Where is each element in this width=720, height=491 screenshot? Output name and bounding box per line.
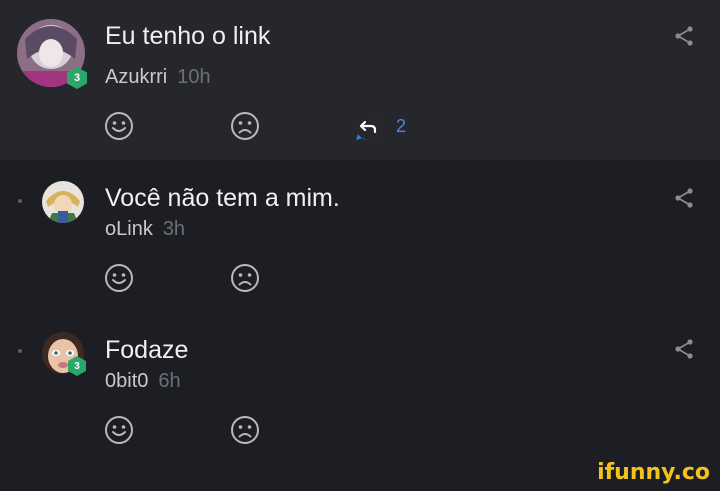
comment-item[interactable]: Você não tem a mim. oLink 3h <box>0 160 720 310</box>
timestamp: 6h <box>158 370 181 392</box>
comment-meta: 0bit0 6h <box>105 370 181 393</box>
smile-icon[interactable] <box>104 111 134 141</box>
frown-icon[interactable] <box>230 415 260 445</box>
comment-meta: Azukrri 10h <box>105 66 211 89</box>
share-icon[interactable] <box>672 186 696 210</box>
share-icon[interactable] <box>672 337 696 361</box>
reply-icon[interactable] <box>354 112 384 142</box>
frown-icon[interactable] <box>230 263 260 293</box>
smile-icon[interactable] <box>104 263 134 293</box>
comment-item[interactable]: 3 Fodaze 0bit0 6h <box>0 310 720 460</box>
comment-item[interactable]: 3 Eu tenho o link Azukrri 10h 2 <box>0 0 720 160</box>
smile-icon[interactable] <box>104 415 134 445</box>
avatar[interactable] <box>42 181 84 223</box>
reply-count[interactable]: 2 <box>396 116 406 137</box>
ifunny-watermark: ifunny.co <box>597 460 710 485</box>
thread-dot <box>18 349 22 353</box>
comment-text: Você não tem a mim. <box>105 184 340 212</box>
comment-text: Eu tenho o link <box>105 22 271 50</box>
share-icon[interactable] <box>672 24 696 48</box>
timestamp: 3h <box>162 218 186 240</box>
author-name[interactable]: Azukrri <box>105 66 167 88</box>
frown-icon[interactable] <box>230 111 260 141</box>
author-name[interactable]: 0bit0 <box>105 370 148 392</box>
comment-meta: oLink 3h <box>105 218 185 241</box>
timestamp: 10h <box>177 66 211 88</box>
author-name[interactable]: oLink <box>105 218 153 240</box>
comment-text: Fodaze <box>105 336 189 364</box>
thread-dot <box>18 199 22 203</box>
